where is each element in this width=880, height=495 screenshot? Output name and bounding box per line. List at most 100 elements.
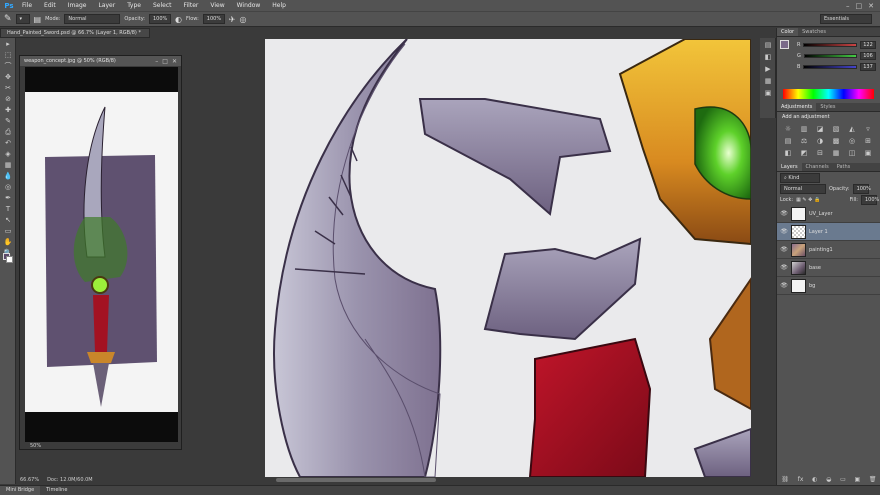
color-slider[interactable]: [803, 64, 857, 69]
tab-mini-bridge[interactable]: Mini Bridge: [0, 486, 41, 495]
floating-minimize-button[interactable]: –: [155, 58, 158, 65]
floating-document-window[interactable]: weapon_concept.jpg @ 50% (RGB/8) – □ ✕ 5…: [19, 55, 182, 450]
layer-row[interactable]: 👁 painting1: [777, 241, 880, 259]
tab-channels[interactable]: Channels: [802, 163, 833, 171]
color-value-field[interactable]: 122: [860, 40, 876, 49]
document-tab[interactable]: Hand_Painted_Sword.psd @ 66.7% (Layer 1,…: [0, 28, 150, 38]
dock-panel-1-icon[interactable]: ◧: [762, 52, 774, 62]
dock-panel-3-icon[interactable]: ▦: [762, 76, 774, 86]
tab-color[interactable]: Color: [777, 28, 799, 36]
tool-7-icon[interactable]: ✎: [2, 116, 14, 126]
menu-image[interactable]: Image: [62, 0, 93, 11]
adjustment-17-icon[interactable]: ▣: [863, 149, 873, 158]
zoom-level[interactable]: 66.67%: [20, 476, 39, 485]
tab-timeline[interactable]: Timeline: [40, 486, 73, 495]
brush-panel-toggle-icon[interactable]: ▤: [34, 15, 42, 24]
adjustment-9-icon[interactable]: ▩: [831, 137, 841, 146]
adjustment-13-icon[interactable]: ◩: [799, 149, 809, 158]
fill-field[interactable]: 100%: [861, 194, 879, 205]
menu-layer[interactable]: Layer: [92, 0, 121, 11]
layer-name[interactable]: bg: [809, 283, 815, 289]
visibility-eye-icon[interactable]: 👁: [780, 264, 788, 271]
menu-edit[interactable]: Edit: [38, 0, 62, 11]
opacity-field[interactable]: 100%: [148, 14, 171, 24]
tool-0-icon[interactable]: ▸: [2, 39, 14, 49]
adjustment-2-icon[interactable]: ◪: [815, 125, 825, 134]
pressure-opacity-icon[interactable]: ◐: [175, 15, 182, 24]
background-color-swatch[interactable]: [6, 256, 13, 263]
adjustment-14-icon[interactable]: ⊟: [815, 149, 825, 158]
tool-1-icon[interactable]: ⬚: [2, 50, 14, 60]
menu-filter[interactable]: Filter: [178, 0, 205, 11]
tool-4-icon[interactable]: ✂: [2, 83, 14, 93]
adjustment-10-icon[interactable]: ◎: [847, 137, 857, 146]
visibility-eye-icon[interactable]: 👁: [780, 210, 788, 217]
layers-footer-1-icon[interactable]: fx: [798, 476, 804, 483]
menu-file[interactable]: File: [16, 0, 38, 11]
maximize-button[interactable]: □: [856, 2, 863, 10]
dock-panel-0-icon[interactable]: ▤: [762, 40, 774, 50]
menu-window[interactable]: Window: [231, 0, 267, 11]
tab-layers[interactable]: Layers: [777, 163, 802, 171]
adjustment-7-icon[interactable]: ⚖: [799, 137, 809, 146]
layer-blend-mode[interactable]: Normal: [780, 183, 826, 194]
tab-adjustments[interactable]: Adjustments: [777, 103, 817, 111]
tool-13-icon[interactable]: ◎: [2, 182, 14, 192]
layer-row[interactable]: 👁 UV_Layer: [777, 205, 880, 223]
dock-panel-2-icon[interactable]: ▶: [762, 64, 774, 74]
tool-14-icon[interactable]: ✒: [2, 193, 14, 203]
tab-styles[interactable]: Styles: [816, 103, 839, 111]
pressure-size-icon[interactable]: ◎: [240, 15, 247, 24]
mode-select[interactable]: Normal: [64, 14, 121, 24]
layer-opacity-field[interactable]: 100%: [852, 183, 871, 194]
tool-12-icon[interactable]: 💧: [2, 171, 14, 181]
lock-icons[interactable]: ▦ ✎ ✥ 🔒: [796, 197, 820, 203]
brush-tool-icon[interactable]: ✎: [4, 14, 12, 24]
color-value-field[interactable]: 106: [860, 51, 876, 60]
tool-18-icon[interactable]: ✋: [2, 237, 14, 247]
color-slider[interactable]: [803, 53, 857, 58]
layers-footer-0-icon[interactable]: ⛓: [781, 476, 789, 483]
visibility-eye-icon[interactable]: 👁: [780, 282, 788, 289]
tool-2-icon[interactable]: ⌒: [2, 61, 14, 71]
tool-6-icon[interactable]: ✚: [2, 105, 14, 115]
layers-footer-2-icon[interactable]: ◐: [812, 476, 817, 483]
document-canvas[interactable]: [265, 39, 751, 477]
layers-footer-3-icon[interactable]: ◒: [826, 476, 831, 483]
close-button[interactable]: ✕: [868, 2, 874, 10]
tool-11-icon[interactable]: ▦: [2, 160, 14, 170]
adjustment-12-icon[interactable]: ◧: [783, 149, 793, 158]
color-value-field[interactable]: 137: [860, 62, 876, 71]
dock-panel-4-icon[interactable]: ▣: [762, 88, 774, 98]
layer-row[interactable]: 👁 Layer 1: [777, 223, 880, 241]
layer-name[interactable]: painting1: [809, 247, 833, 253]
layers-footer-6-icon[interactable]: 🗑: [869, 476, 877, 483]
adjustment-4-icon[interactable]: ◭: [847, 125, 857, 134]
menu-select[interactable]: Select: [147, 0, 178, 11]
minimize-button[interactable]: –: [846, 2, 850, 10]
horizontal-scrollbar-thumb[interactable]: [276, 478, 436, 482]
adjustment-11-icon[interactable]: ⊞: [863, 137, 873, 146]
workspace-switcher[interactable]: Essentials: [820, 14, 872, 24]
tool-15-icon[interactable]: T: [2, 204, 14, 214]
layer-name[interactable]: base: [809, 265, 821, 271]
tool-10-icon[interactable]: ◈: [2, 149, 14, 159]
adjustment-15-icon[interactable]: ▦: [831, 149, 841, 158]
layer-row[interactable]: 👁 base: [777, 259, 880, 277]
tool-16-icon[interactable]: ↖: [2, 215, 14, 225]
color-spectrum[interactable]: [783, 89, 874, 99]
floating-close-button[interactable]: ✕: [172, 58, 177, 65]
menu-help[interactable]: Help: [266, 0, 292, 11]
menu-view[interactable]: View: [204, 0, 230, 11]
airbrush-icon[interactable]: ✈: [229, 15, 236, 24]
brush-preset-picker[interactable]: ▾: [15, 14, 30, 24]
adjustment-3-icon[interactable]: ▧: [831, 125, 841, 134]
tool-9-icon[interactable]: ↶: [2, 138, 14, 148]
layer-row[interactable]: 👁 bg: [777, 277, 880, 295]
tool-8-icon[interactable]: ⎙: [2, 127, 14, 137]
menu-type[interactable]: Type: [121, 0, 147, 11]
layer-kind-filter[interactable]: ⌕ Kind: [780, 172, 820, 183]
floating-window-titlebar[interactable]: weapon_concept.jpg @ 50% (RGB/8) – □ ✕: [20, 56, 181, 66]
document-size[interactable]: Doc: 12.0M/60.0M: [47, 476, 93, 485]
adjustment-8-icon[interactable]: ◑: [815, 137, 825, 146]
